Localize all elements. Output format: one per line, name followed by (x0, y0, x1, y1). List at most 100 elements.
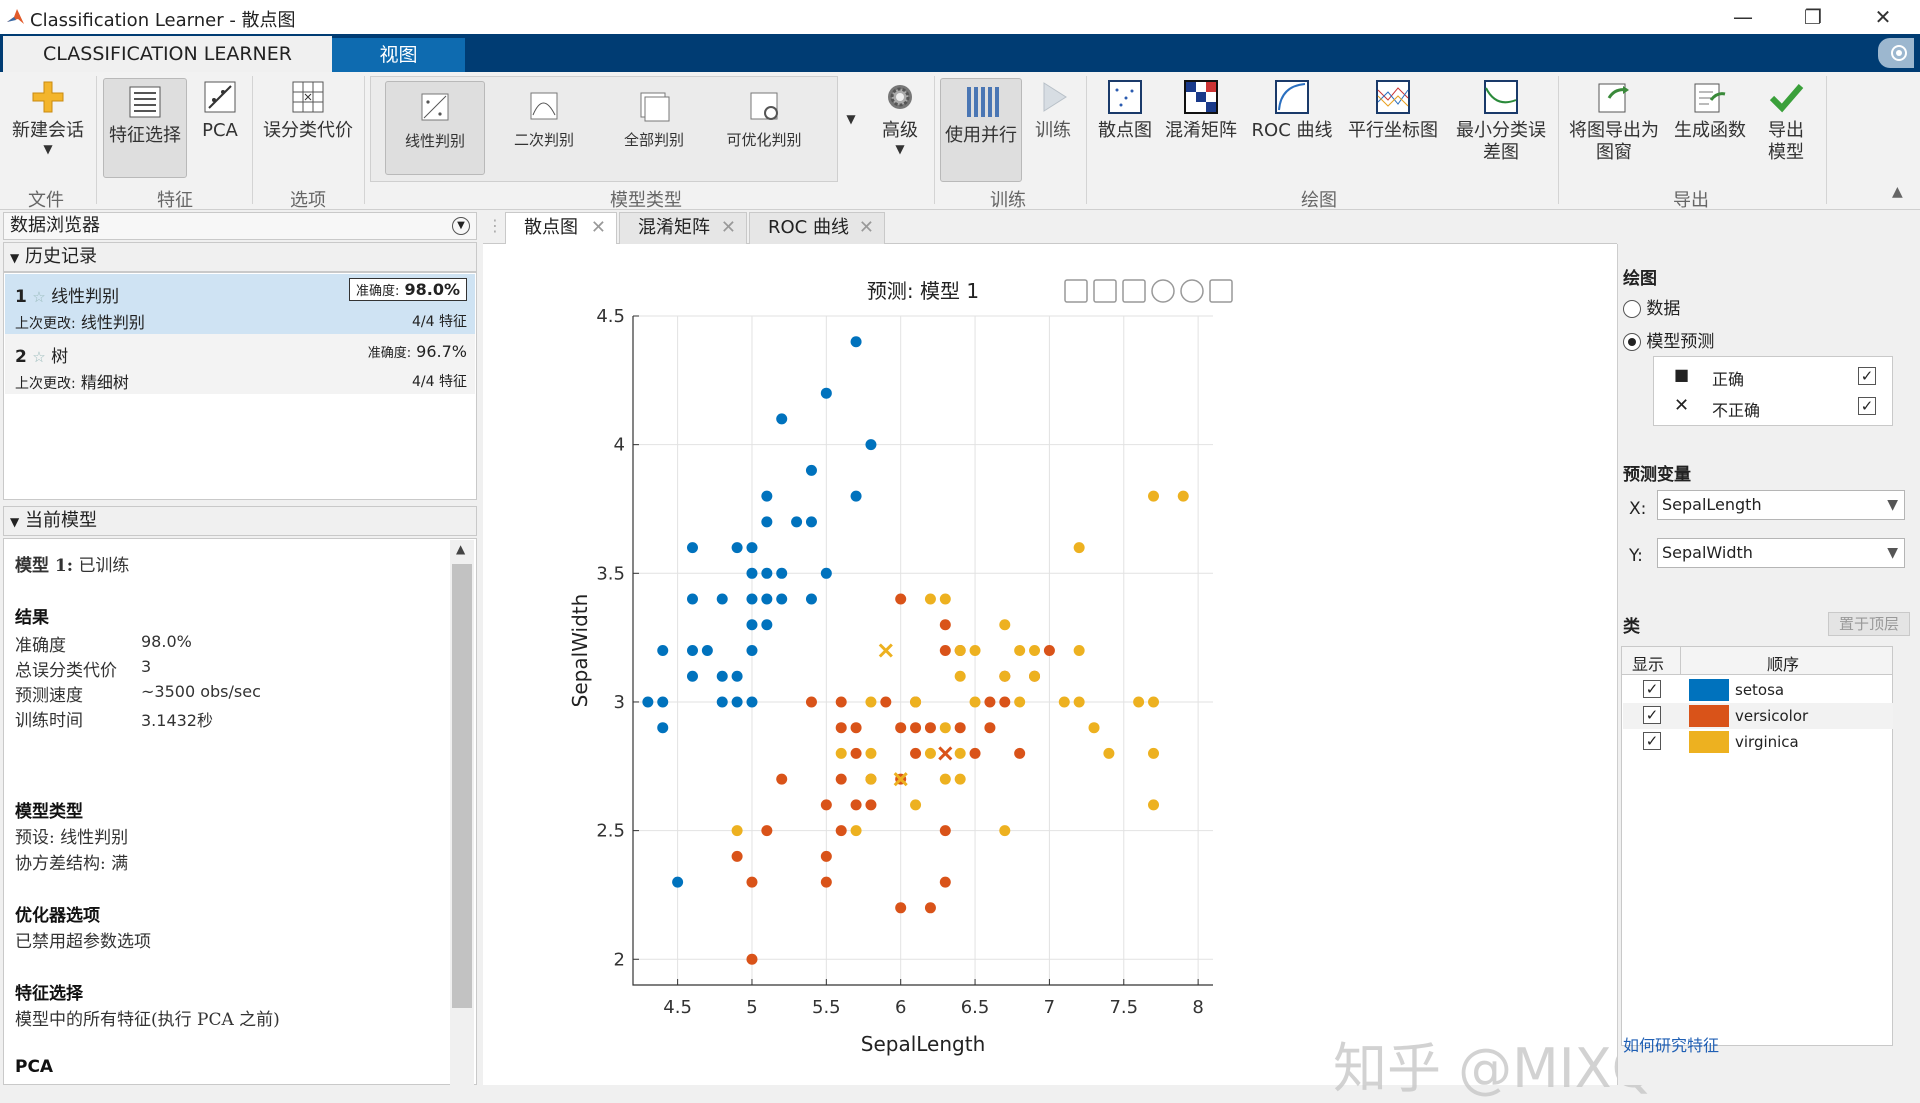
generate-function-button[interactable]: 生成函数 (1672, 78, 1748, 142)
tab-confusion-matrix[interactable]: 混淆矩阵 ✕ (619, 212, 747, 244)
data-point[interactable] (776, 773, 788, 785)
data-point[interactable] (1073, 645, 1085, 656)
pan-icon[interactable] (1122, 279, 1146, 303)
data-point[interactable] (820, 387, 832, 399)
data-point[interactable] (910, 722, 922, 734)
data-point[interactable] (761, 619, 773, 631)
chevron-up-icon[interactable]: ▲ (456, 542, 465, 556)
data-point[interactable] (820, 876, 832, 888)
data-point[interactable] (1148, 490, 1160, 502)
data-point[interactable] (1029, 670, 1041, 682)
close-tab-icon[interactable]: ✕ (721, 213, 736, 243)
data-point[interactable] (939, 773, 951, 785)
data-point[interactable] (1148, 696, 1160, 708)
history-item[interactable]: 1 ☆ 线性判别 上次更改: 线性判别 准确度: 98.0% 4/4 特征 (5, 274, 475, 334)
data-point[interactable] (999, 696, 1011, 708)
data-point[interactable] (895, 722, 907, 734)
data-point[interactable] (850, 490, 862, 502)
data-point[interactable] (746, 593, 758, 605)
data-point[interactable] (716, 696, 728, 708)
history-section-header[interactable]: ▼ 历史记录 (3, 242, 477, 272)
confusion-matrix-button[interactable]: 混淆矩阵 (1164, 78, 1238, 142)
data-point[interactable] (939, 722, 951, 734)
data-point[interactable] (924, 593, 936, 605)
data-point[interactable] (924, 722, 936, 734)
data-point[interactable] (865, 799, 877, 811)
data-point[interactable] (865, 747, 877, 759)
data-point[interactable] (686, 593, 698, 605)
gallery-item-all-discriminants[interactable]: 全部判别 (609, 87, 699, 151)
new-session-button[interactable]: 新建会话 ▼ (8, 78, 88, 156)
data-point[interactable] (954, 747, 966, 759)
data-point[interactable] (984, 722, 996, 734)
data-point[interactable] (999, 670, 1011, 682)
data-point[interactable] (984, 696, 996, 708)
correct-checkbox[interactable]: ✓ (1858, 367, 1876, 385)
data-point[interactable] (805, 464, 817, 476)
data-point[interactable] (746, 567, 758, 579)
data-point[interactable] (954, 722, 966, 734)
data-point[interactable] (820, 850, 832, 862)
data-point[interactable] (776, 413, 788, 425)
star-icon[interactable]: ☆ (32, 288, 45, 306)
data-point[interactable] (716, 593, 728, 605)
close-tab-icon[interactable]: ✕ (859, 213, 874, 243)
data-point[interactable] (1073, 542, 1085, 554)
class-row[interactable]: ✓ versicolor (1623, 703, 1893, 729)
data-point[interactable] (1043, 645, 1055, 656)
data-point[interactable] (895, 593, 907, 605)
data-point[interactable] (761, 516, 773, 528)
data-point[interactable] (805, 696, 817, 708)
current-model-section-header[interactable]: ▼ 当前模型 (3, 506, 477, 536)
data-point[interactable] (1177, 490, 1189, 502)
edit-icon[interactable] (1064, 279, 1088, 303)
data-point[interactable] (969, 645, 981, 656)
data-point[interactable] (939, 593, 951, 605)
data-point[interactable] (642, 696, 654, 708)
pca-button[interactable]: PCA (195, 78, 245, 142)
data-point[interactable] (672, 876, 684, 888)
data-point[interactable] (939, 645, 951, 656)
tab-scatter-plot[interactable]: 散点图 ✕ (505, 212, 617, 244)
data-point[interactable] (850, 336, 862, 348)
data-point[interactable] (1148, 799, 1160, 811)
data-point[interactable] (880, 696, 892, 708)
scrollbar-thumb[interactable] (452, 564, 472, 1008)
data-point[interactable] (835, 696, 847, 708)
radio-model-prediction[interactable]: 模型预测 (1623, 327, 1714, 352)
class-color-swatch[interactable] (1689, 705, 1729, 727)
min-classification-error-button[interactable]: 最小分类误差图 (1448, 78, 1554, 164)
data-point[interactable] (791, 516, 803, 528)
roc-curve-button[interactable]: ROC 曲线 (1250, 78, 1334, 142)
class-row[interactable]: ✓ virginica (1623, 729, 1893, 755)
class-color-swatch[interactable] (1689, 731, 1729, 753)
data-point[interactable] (939, 825, 951, 837)
data-point[interactable] (746, 619, 758, 631)
data-point[interactable] (850, 747, 862, 759)
radio-data[interactable]: 数据 (1623, 294, 1680, 319)
advanced-button[interactable]: 高级 ▼ (872, 78, 928, 156)
gallery-item-quadratic-discriminant[interactable]: 二次判别 (499, 87, 589, 151)
gallery-expand-button[interactable]: ▼ (840, 112, 862, 126)
minimize-button[interactable]: — (1712, 0, 1774, 34)
data-point[interactable] (969, 747, 981, 759)
data-point[interactable] (910, 696, 922, 708)
data-point[interactable] (731, 850, 743, 862)
data-point[interactable] (746, 876, 758, 888)
data-point[interactable] (701, 645, 713, 656)
data-point[interactable] (954, 670, 966, 682)
data-point[interactable] (865, 696, 877, 708)
data-point[interactable] (761, 593, 773, 605)
data-point[interactable] (910, 799, 922, 811)
bring-to-front-button[interactable]: 置于顶层 (1828, 612, 1910, 636)
data-point[interactable] (924, 902, 936, 914)
data-point[interactable] (1014, 696, 1026, 708)
show-class-checkbox[interactable]: ✓ (1643, 732, 1661, 750)
show-class-checkbox[interactable]: ✓ (1643, 706, 1661, 724)
data-point[interactable] (731, 670, 743, 682)
tab-roc-curve[interactable]: ROC 曲线 ✕ (749, 212, 885, 244)
data-point[interactable] (731, 542, 743, 554)
data-point[interactable] (850, 799, 862, 811)
data-point[interactable] (805, 593, 817, 605)
data-point[interactable] (835, 773, 847, 785)
